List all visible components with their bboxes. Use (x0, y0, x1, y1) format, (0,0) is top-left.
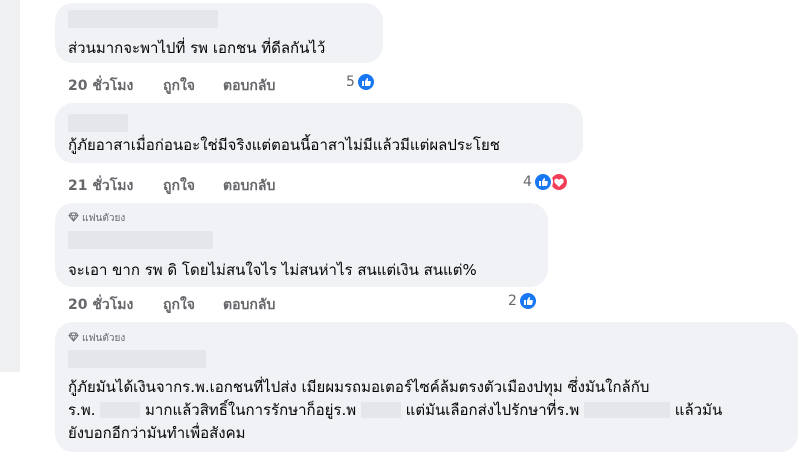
redacted-text (360, 402, 401, 418)
like-icon (356, 72, 376, 92)
like-button[interactable]: ถูกใจ (163, 294, 195, 316)
author-name-redacted (68, 231, 213, 249)
comment-timestamp[interactable]: 20 ชั่วโมง (68, 75, 133, 97)
comment-text: จะเอา ขาก รพ ดิ โดยไม่สนใจไร ไม่สนห่าไร … (68, 261, 477, 279)
diamond-icon (68, 332, 79, 342)
diamond-icon (68, 212, 79, 222)
text-fragment: แล้วมัน (674, 401, 723, 419)
badge-label: แฟนตัวยง (82, 333, 126, 344)
redacted-text (584, 402, 671, 418)
comment-text: ส่วนมากจะพาไปที่ รพ เอกชน ที่ดีลกันไว้ (68, 39, 326, 57)
reaction-count: 5 (346, 74, 355, 90)
reaction-count: 2 (508, 293, 517, 309)
reply-button[interactable]: ตอบกลับ (223, 75, 275, 97)
like-button[interactable]: ถูกใจ (163, 175, 195, 197)
thread-line (0, 0, 20, 372)
redacted-text (100, 402, 141, 418)
like-button[interactable]: ถูกใจ (163, 75, 195, 97)
text-fragment: ร.พ. (68, 401, 96, 419)
text-fragment: แต่มันเลือกส่งไปรักษาที่ร.พ (405, 401, 580, 419)
comment-text-line-1: กู้ภัยมันได้เงินจากร.พ.เอกชนที่ไปส่ง เมี… (68, 378, 650, 396)
top-fan-badge: แฟนตัวยง (68, 331, 125, 346)
comment-text-line-2: ร.พ. มากแล้วสิทธิ์ในการรักษาก็อยู่ร.พ แต… (68, 399, 722, 421)
like-icon (518, 291, 538, 311)
like-icon (533, 172, 553, 192)
comment-timestamp[interactable]: 21 ชั่วโมง (68, 175, 133, 197)
badge-label: แฟนตัวยง (82, 213, 126, 224)
author-name-redacted (68, 114, 128, 132)
top-fan-badge: แฟนตัวยง (68, 211, 125, 226)
comment-text: กู้ภัยอาสาเมื่อก่อนอะใช่มีจริงแต่ตอนนี้อ… (68, 136, 500, 154)
comment-text-line-3: ยังบอกอีกว่ามันทำเพื่อสังคม (68, 424, 246, 442)
author-name-redacted (68, 350, 206, 368)
reply-button[interactable]: ตอบกลับ (223, 175, 275, 197)
reaction-count: 4 (523, 174, 532, 190)
author-name-redacted (68, 10, 218, 28)
comment-timestamp[interactable]: 20 ชั่วโมง (68, 294, 133, 316)
text-fragment: มากแล้วสิทธิ์ในการรักษาก็อยู่ร.พ (145, 401, 357, 419)
reply-button[interactable]: ตอบกลับ (223, 294, 275, 316)
